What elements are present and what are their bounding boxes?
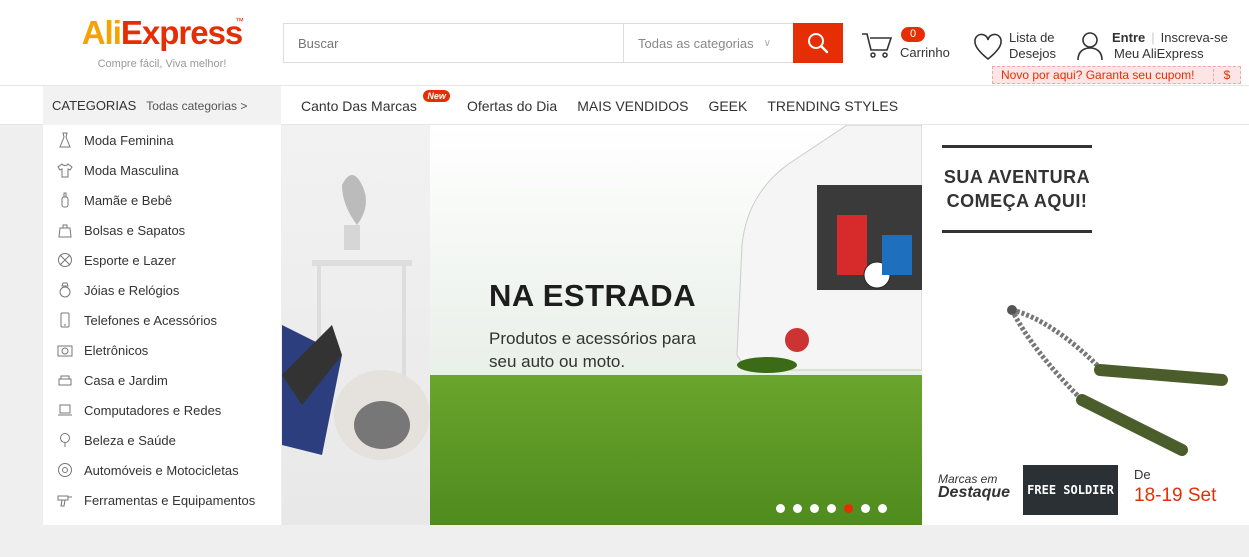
category-item-tools[interactable]: Ferramentas e Equipamentos (43, 485, 281, 515)
cart-label: Carrinho (900, 45, 950, 60)
carousel-dot[interactable] (793, 504, 802, 513)
header: AliExpress ™ Compre fácil, Viva melhor! … (0, 0, 1249, 86)
baby-bottle-icon (57, 192, 73, 208)
logo-wordmark: AliExpress (81, 14, 244, 51)
search-bar: Todas as categorias ∨ (283, 23, 843, 63)
category-item-phones[interactable]: Telefones e Acessórios (43, 305, 281, 335)
heart-icon (974, 33, 1002, 61)
chain-saw-product-image (1007, 305, 1228, 456)
banner-grass (430, 375, 922, 525)
carousel-dot[interactable] (810, 504, 819, 513)
aliexpress-logo[interactable]: AliExpress ™ Compre fácil, Viva melhor! (78, 14, 246, 70)
nav-link-geek[interactable]: GEEK (708, 98, 747, 114)
ball-icon (57, 252, 73, 268)
drill-icon (57, 492, 73, 508)
promo-title: SUA AVENTURA COMEÇA AQUI! (943, 167, 1091, 211)
register-link[interactable]: Inscreva-se (1161, 30, 1228, 45)
mirror-icon (57, 432, 73, 448)
carousel-dot[interactable] (878, 504, 887, 513)
logo-tagline: Compre fácil, Viva melhor! (97, 58, 227, 70)
promo-bottom-rule (942, 230, 1092, 233)
nav-bar: CATEGORIAS Todas categorias > Canto Das … (0, 86, 1249, 125)
category-item-automotive[interactable]: Automóveis e Motocicletas (43, 455, 281, 485)
my-aliexpress-link[interactable]: Meu AliExpress (1114, 46, 1204, 61)
all-categories-link[interactable]: Todas categorias > (146, 99, 247, 113)
chevron-down-icon: ∨ (763, 37, 771, 49)
categories-header[interactable]: CATEGORIAS Todas categorias > (43, 86, 281, 125)
brand-logo: FREE SOLDIER (1023, 465, 1118, 515)
cart-count-badge: 0 (901, 27, 925, 42)
dress-icon (57, 132, 73, 148)
coupon-banner[interactable]: Novo por aqui? Garanta seu cupom! $ (992, 66, 1241, 84)
promo-panel[interactable]: SUA AVENTURA COMEÇA AQUI! Marcas em Dest… (922, 125, 1249, 525)
promo-top-rule (942, 145, 1092, 148)
category-sidebar: Moda Feminina Moda Masculina Mamãe e Beb… (43, 125, 281, 525)
hero-banner[interactable]: NA ESTRADA Produtos e acessórios para se… (282, 125, 922, 525)
cart-button[interactable]: 0 Carrinho (861, 27, 956, 67)
car-image (736, 125, 922, 373)
trademark-symbol: ™ (235, 16, 244, 26)
account-links: Entre | Inscreva-se (1112, 30, 1228, 45)
carousel-dot[interactable] (827, 504, 836, 513)
bag-icon (57, 222, 73, 238)
search-category-label: Todas as categorias (638, 35, 754, 51)
user-icon (1077, 32, 1103, 61)
nav-link-bestsellers[interactable]: MAIS VENDIDOS (577, 98, 688, 114)
category-item-jewelry[interactable]: Jóias e Relógios (43, 275, 281, 305)
banner-left-image (282, 125, 430, 525)
coupon-text: Novo por aqui? Garanta seu cupom! (1001, 68, 1195, 82)
wishlist-label: Lista de Desejos (1009, 30, 1056, 61)
search-category-select[interactable]: Todas as categorias ∨ (623, 24, 793, 62)
carousel-dot[interactable] (861, 504, 870, 513)
carousel-dots (776, 504, 887, 513)
ring-icon (57, 282, 73, 298)
phone-icon (57, 312, 73, 328)
cart-icon (862, 33, 893, 58)
featured-brands-label: Marcas em Destaque (938, 472, 1011, 501)
nav-link-brands[interactable]: Canto Das Marcas New (301, 89, 450, 114)
banner-headline: NA ESTRADA (489, 278, 697, 313)
sofa-icon (57, 372, 73, 388)
banner-subtitle: Produtos e acessórios para seu auto ou m… (489, 329, 696, 371)
category-item-sports[interactable]: Esporte e Lazer (43, 245, 281, 275)
nav-link-trending[interactable]: TRENDING STYLES (767, 98, 898, 114)
signin-link[interactable]: Entre (1112, 30, 1145, 45)
new-badge: New (423, 89, 450, 102)
shirt-icon (57, 162, 73, 178)
category-item-women[interactable]: Moda Feminina (43, 125, 281, 155)
link-divider: | (1151, 30, 1155, 45)
account-area: Entre | Inscreva-se Meu AliExpress (1076, 27, 1246, 67)
nav-link-deals[interactable]: Ofertas do Dia (467, 98, 557, 114)
category-item-beauty[interactable]: Beleza e Saúde (43, 425, 281, 455)
category-item-home[interactable]: Casa e Jardim (43, 365, 281, 395)
carousel-dot[interactable] (776, 504, 785, 513)
laptop-icon (57, 402, 73, 418)
carousel-dot[interactable] (844, 504, 853, 513)
category-item-electronics[interactable]: Eletrônicos (43, 335, 281, 365)
search-icon (808, 33, 829, 54)
wishlist-button[interactable]: Lista de Desejos (973, 27, 1063, 67)
nav-links: Canto Das Marcas New Ofertas do Dia MAIS … (301, 86, 918, 125)
category-item-computers[interactable]: Computadores e Redes (43, 395, 281, 425)
camera-icon (57, 342, 73, 358)
promo-date-prefix: De (1134, 467, 1151, 482)
search-input[interactable] (284, 24, 623, 62)
wheel-icon (57, 462, 73, 478)
promo-dates: 18-19 Set (1134, 485, 1217, 506)
category-item-men[interactable]: Moda Masculina (43, 155, 281, 185)
search-button[interactable] (793, 23, 843, 63)
coupon-currency: $ (1223, 68, 1231, 82)
categories-title: CATEGORIAS (52, 98, 137, 113)
category-item-bags[interactable]: Bolsas e Sapatos (43, 215, 281, 245)
category-item-baby[interactable]: Mamãe e Bebê (43, 185, 281, 215)
